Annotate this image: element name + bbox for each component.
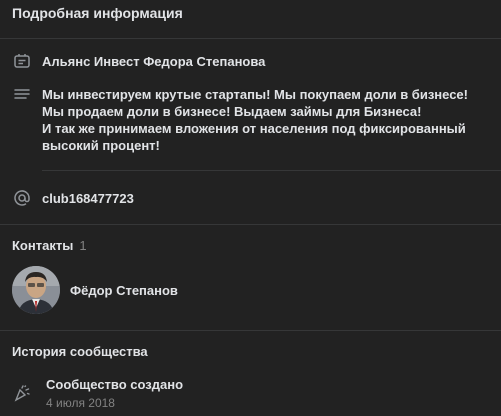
contacts-title: Контакты	[12, 238, 74, 253]
contacts-count: 1	[79, 238, 87, 253]
community-name: Альянс Инвест Федора Степанова	[42, 54, 266, 69]
divider	[0, 38, 501, 39]
avatar[interactable]	[12, 266, 60, 314]
community-address-link[interactable]: club168477723	[42, 190, 134, 207]
divider	[42, 170, 501, 171]
contact-name[interactable]: Фёдор Степанов	[70, 283, 178, 299]
divider	[0, 224, 501, 225]
history-event: Сообщество создано	[46, 377, 184, 392]
history-date: 4 июля 2018	[46, 396, 115, 410]
divider	[0, 330, 501, 331]
page-title: Подробная информация	[12, 5, 183, 21]
history-heading: История сообщества	[12, 344, 148, 359]
party-popper-icon	[13, 384, 31, 402]
details-panel: Подробная информация Альянс Инвест Федор…	[0, 0, 501, 416]
at-icon	[13, 189, 31, 207]
card-icon	[13, 52, 31, 70]
text-lines-icon	[13, 86, 31, 104]
community-description: Мы инвестируем крутые стартапы! Мы покуп…	[42, 87, 468, 153]
contacts-heading[interactable]: Контакты 1	[12, 238, 87, 254]
